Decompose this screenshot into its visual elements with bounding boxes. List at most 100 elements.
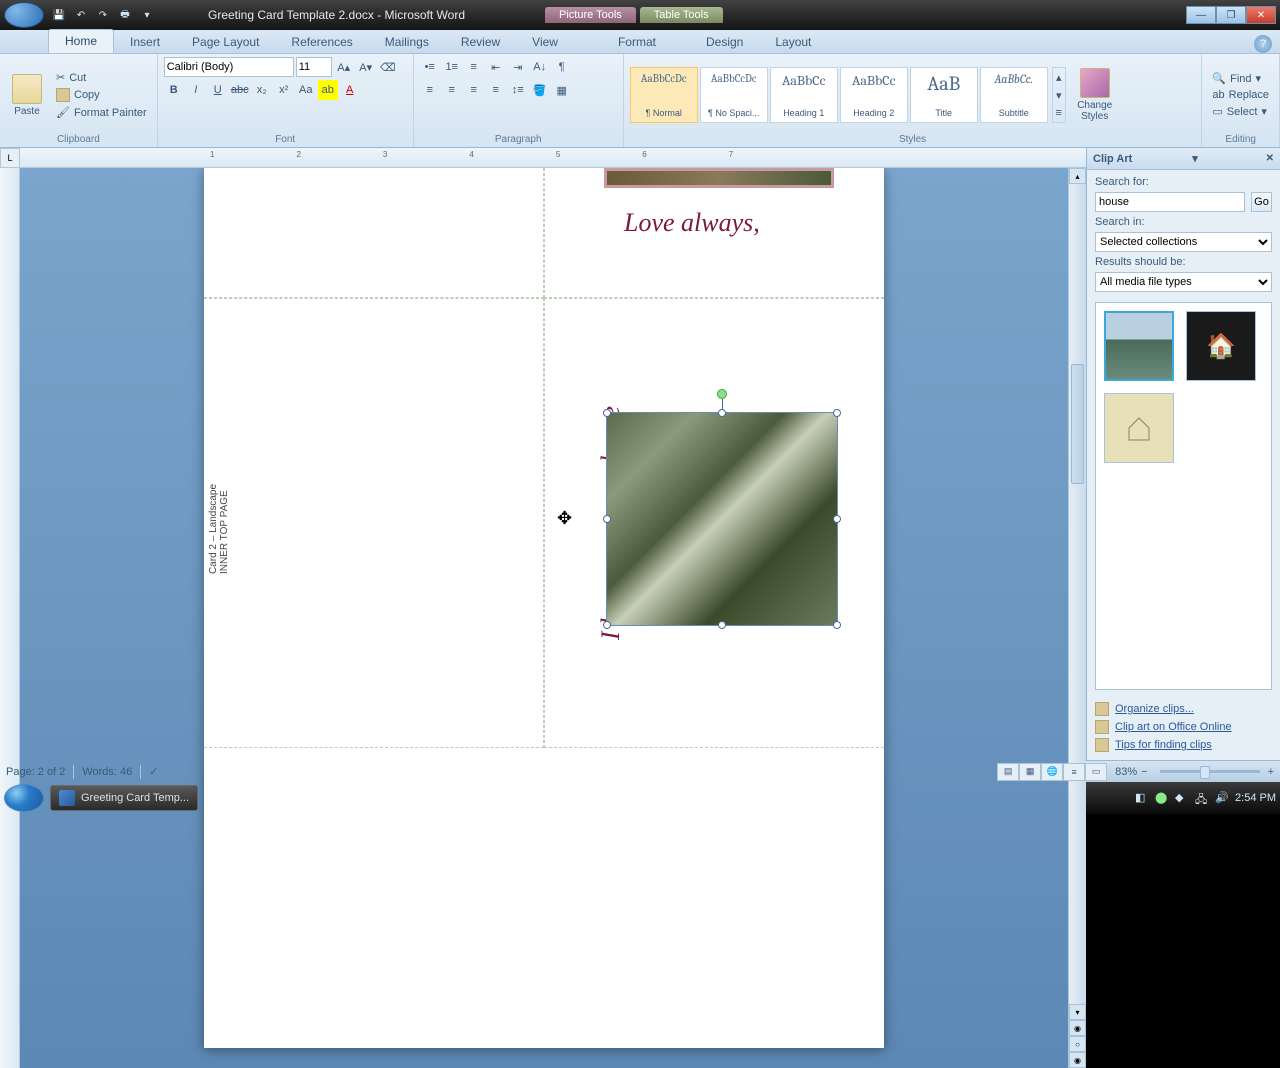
qat-dropdown-icon[interactable]: ▾ (138, 6, 156, 24)
full-screen-view[interactable]: ▦ (1019, 763, 1041, 781)
minimize-button[interactable]: — (1186, 6, 1216, 24)
find-button[interactable]: 🔍Find▾ (1208, 71, 1273, 86)
style-heading2[interactable]: AaBbCcHeading 2 (840, 67, 908, 123)
style-heading1[interactable]: AaBbCcHeading 1 (770, 67, 838, 123)
tips-link[interactable]: Tips for finding clips (1095, 736, 1272, 754)
resize-handle-ne[interactable] (833, 409, 841, 417)
format-painter-button[interactable]: 🖌Format Painter (52, 105, 151, 120)
document-scroll[interactable]: Love always, Card 2 – LandscapeINNER TOP… (20, 168, 1068, 1068)
style-gallery[interactable]: AaBbCcDc¶ Normal AaBbCcDc¶ No Spaci... A… (630, 67, 1048, 123)
results-select[interactable]: All media file types (1095, 272, 1272, 292)
resize-handle-w[interactable] (603, 515, 611, 523)
tab-home[interactable]: Home (48, 29, 114, 53)
ruler-corner[interactable]: L (0, 148, 20, 168)
strikethrough-button[interactable]: abc (230, 80, 250, 100)
search-in-select[interactable]: Selected collections (1095, 232, 1272, 252)
tab-review[interactable]: Review (445, 31, 516, 53)
clipart-go-button[interactable]: Go (1251, 192, 1272, 212)
font-color-button[interactable]: A (340, 80, 360, 100)
grow-font-button[interactable]: A▴ (334, 57, 354, 77)
undo-icon[interactable]: ↶ (72, 6, 90, 24)
zoom-slider[interactable] (1160, 770, 1260, 773)
bold-button[interactable]: B (164, 80, 184, 100)
tray-icon-3[interactable]: ◆ (1175, 791, 1189, 805)
selected-picture[interactable]: ✥ (606, 412, 838, 626)
help-button[interactable]: ? (1254, 35, 1272, 53)
tray-icon-2[interactable]: ⬤ (1155, 791, 1169, 805)
rotate-handle[interactable] (717, 389, 727, 399)
borders-button[interactable]: ▦ (552, 80, 572, 100)
subscript-button[interactable]: x₂ (252, 80, 272, 100)
save-icon[interactable]: 💾 (50, 6, 68, 24)
office-online-link[interactable]: Clip art on Office Online (1095, 718, 1272, 736)
organize-clips-link[interactable]: Organize clips... (1095, 700, 1272, 718)
document-page[interactable]: Love always, Card 2 – LandscapeINNER TOP… (204, 168, 884, 1048)
tab-insert[interactable]: Insert (114, 31, 176, 53)
font-size-select[interactable] (296, 57, 332, 77)
tab-format[interactable]: Format (602, 31, 672, 53)
show-marks-button[interactable]: ¶ (552, 57, 572, 77)
style-title[interactable]: AaBTitle (910, 67, 978, 123)
pane-dropdown-icon[interactable]: ▾ (1192, 152, 1198, 165)
font-name-select[interactable] (164, 57, 294, 77)
print-layout-view[interactable]: ▤ (997, 763, 1019, 781)
sort-button[interactable]: A↓ (530, 57, 550, 77)
multilevel-button[interactable]: ≡ (464, 57, 484, 77)
zoom-level[interactable]: 83% (1115, 766, 1137, 778)
close-button[interactable]: ✕ (1246, 6, 1276, 24)
resize-handle-nw[interactable] (603, 409, 611, 417)
tab-design[interactable]: Design (690, 31, 759, 53)
gallery-up-button[interactable]: ▴ (1053, 68, 1065, 86)
style-no-spacing[interactable]: AaBbCcDc¶ No Spaci... (700, 67, 768, 123)
resize-handle-sw[interactable] (603, 621, 611, 629)
start-button[interactable] (4, 784, 44, 812)
scroll-thumb[interactable] (1071, 364, 1084, 484)
resize-handle-se[interactable] (833, 621, 841, 629)
tray-volume-icon[interactable]: 🔊 (1215, 791, 1229, 805)
resize-handle-e[interactable] (833, 515, 841, 523)
tray-icon-1[interactable]: ◧ (1135, 791, 1149, 805)
change-styles-button[interactable]: Change Styles (1070, 68, 1120, 122)
clipart-search-input[interactable] (1095, 192, 1245, 212)
horizontal-ruler[interactable]: 1234567 (20, 148, 1086, 168)
tab-mailings[interactable]: Mailings (369, 31, 445, 53)
style-normal[interactable]: AaBbCcDc¶ Normal (630, 67, 698, 123)
zoom-out-button[interactable]: − (1141, 766, 1147, 778)
scroll-down-button[interactable]: ▾ (1069, 1004, 1086, 1020)
line-spacing-button[interactable]: ↕≡ (508, 80, 528, 100)
tray-network-icon[interactable]: 🖧 (1195, 791, 1209, 805)
align-right-button[interactable]: ≡ (464, 80, 484, 100)
tab-layout[interactable]: Layout (759, 31, 827, 53)
maximize-button[interactable]: ❐ (1216, 6, 1246, 24)
clipart-result-3[interactable] (1104, 393, 1174, 463)
select-button[interactable]: ▭Select▾ (1208, 104, 1273, 119)
align-left-button[interactable]: ≡ (420, 80, 440, 100)
print-icon[interactable]: 🖶 (116, 6, 134, 24)
change-case-button[interactable]: Aa (296, 80, 316, 100)
prev-page-button[interactable]: ◉ (1069, 1020, 1086, 1036)
justify-button[interactable]: ≡ (486, 80, 506, 100)
paste-button[interactable]: Paste (6, 74, 48, 117)
shading-button[interactable]: 🪣 (530, 80, 550, 100)
cut-button[interactable]: ✂Cut (52, 70, 151, 85)
style-subtitle[interactable]: AaBbCc.Subtitle (980, 67, 1048, 123)
context-tab-table[interactable]: Table Tools (640, 7, 723, 23)
decrease-indent-button[interactable]: ⇤ (486, 57, 506, 77)
tab-references[interactable]: References (275, 31, 368, 53)
page-indicator[interactable]: Page: 2 of 2 (6, 766, 65, 778)
clipart-results[interactable]: 🏠 (1095, 302, 1272, 690)
align-center-button[interactable]: ≡ (442, 80, 462, 100)
replace-button[interactable]: abReplace (1208, 88, 1273, 102)
clipart-result-2[interactable]: 🏠 (1186, 311, 1256, 381)
clipart-pane-header[interactable]: Clip Art ▾ ✕ (1087, 148, 1280, 170)
gallery-more-button[interactable]: ≡ (1053, 104, 1065, 122)
highlight-button[interactable]: ab (318, 80, 338, 100)
bullets-button[interactable]: •≡ (420, 57, 440, 77)
shrink-font-button[interactable]: A▾ (356, 57, 376, 77)
tab-page-layout[interactable]: Page Layout (176, 31, 275, 53)
pane-close-button[interactable]: ✕ (1266, 153, 1274, 164)
tab-view[interactable]: View (516, 31, 574, 53)
clipart-result-1[interactable] (1104, 311, 1174, 381)
vertical-ruler[interactable] (0, 168, 20, 1068)
superscript-button[interactable]: x² (274, 80, 294, 100)
